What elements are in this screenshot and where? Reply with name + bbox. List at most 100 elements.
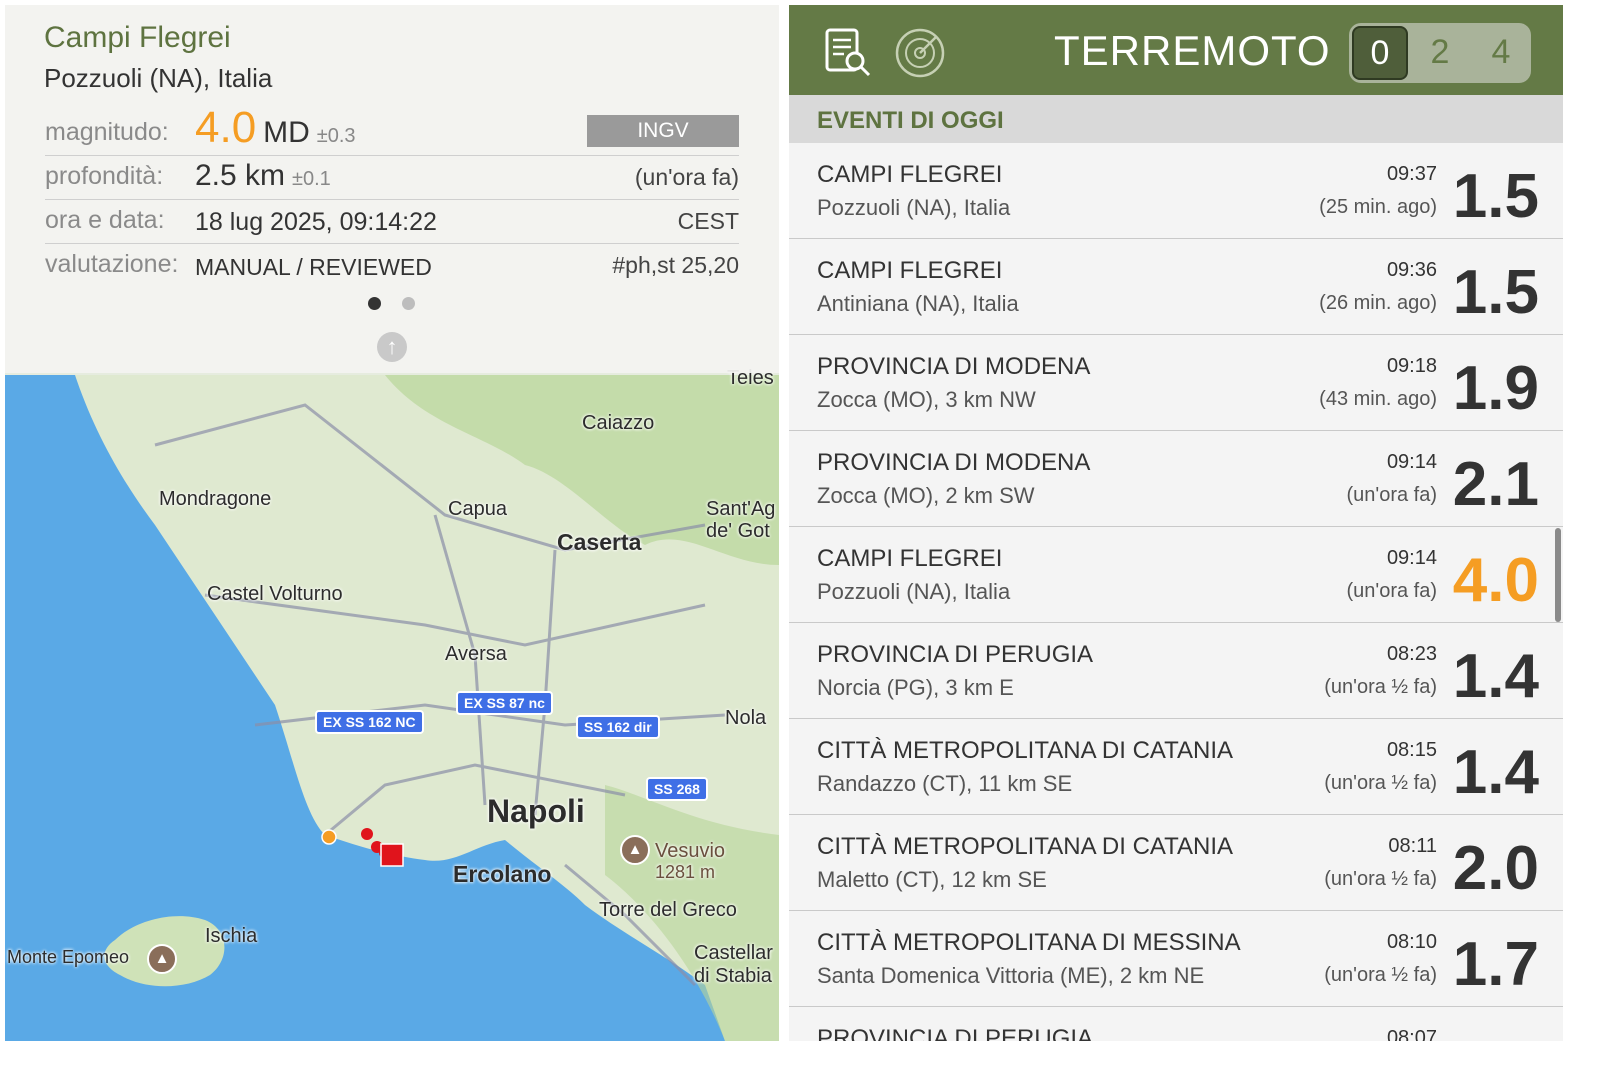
mountain-poi-icon[interactable]: ▲	[620, 835, 650, 865]
event-row[interactable]: PROVINCIA DI MODENA Zocca (MO), 3 km NW …	[789, 335, 1563, 431]
event-time: 09:18	[1386, 355, 1437, 377]
event-place: Pozzuoli (NA), Italia	[817, 195, 1011, 220]
datetime-row: ora e data: 18 lug 2025, 09:14:22 CEST	[45, 199, 739, 244]
map-label-vesuvio-height: 1281 m	[655, 862, 716, 882]
event-row[interactable]: CITTÀ METROPOLITANA DI CATANIA Randazzo …	[789, 719, 1563, 815]
event-row[interactable]: CITTÀ METROPOLITANA DI MESSINA Santa Dom…	[789, 911, 1563, 1007]
map-label-ercolano: Ercolano	[453, 861, 552, 887]
event-place: Pozzuoli (NA), Italia	[817, 579, 1011, 604]
event-row[interactable]: CAMPI FLEGREI Antiniana (NA), Italia 09:…	[789, 239, 1563, 335]
map-label-mondragone: Mondragone	[159, 488, 272, 510]
evaluation-label: valutazione:	[45, 250, 179, 278]
datetime-value: 18 lug 2025, 09:14:22	[195, 208, 437, 236]
mountain-poi-icon[interactable]: ▲	[147, 944, 177, 974]
event-time: 09:36	[1386, 259, 1437, 281]
magnitude-error: ±0.3	[316, 125, 356, 147]
event-region: CAMPI FLEGREI	[817, 257, 1003, 284]
event-row[interactable]: CITTÀ METROPOLITANA DI CATANIA Maletto (…	[789, 815, 1563, 911]
road-shield-ss268: SS 268	[646, 777, 708, 801]
collapse-arrow-icon[interactable]: ↑	[377, 332, 407, 362]
event-ago: (26 min. ago)	[1319, 292, 1437, 314]
page-indicator-dot[interactable]	[402, 297, 415, 310]
map-label-capua: Capua	[448, 498, 507, 520]
event-magnitude: 2.0	[1452, 834, 1539, 903]
evaluation-stations: #ph,st 25,20	[612, 252, 739, 278]
event-ago: (un'ora ½ fa)	[1324, 676, 1437, 698]
event-row-selected[interactable]: CAMPI FLEGREI Pozzuoli (NA), Italia 09:1…	[789, 527, 1563, 623]
map-label-ischia: Ischia	[205, 925, 258, 947]
road-shield-ex-ss162nc: EX SS 162 NC	[315, 710, 424, 734]
event-ago: (un'ora ½ fa)	[1324, 868, 1437, 890]
event-magnitude: 2.1	[1452, 450, 1539, 519]
event-title: Campi Flegrei	[44, 21, 231, 54]
event-time: 09:14	[1386, 451, 1437, 473]
event-detail-panel: Teles Caiazzo Mondragone Capua Sant'Ag d…	[5, 5, 779, 1041]
map-label-monte-epomeo: Monte Epomeo	[7, 947, 130, 967]
event-time: 08:23	[1386, 643, 1437, 665]
event-region: CAMPI FLEGREI	[817, 545, 1003, 572]
event-time: 08:10	[1386, 931, 1437, 953]
map-label-caiazzo: Caiazzo	[582, 412, 655, 434]
event-region: CITTÀ METROPOLITANA DI CATANIA	[817, 833, 1234, 860]
event-place: Zocca (MO), 3 km NW	[817, 387, 1036, 412]
evaluation-row: valutazione: MANUAL / REVIEWED #ph,st 25…	[45, 243, 739, 287]
evaluation-value: MANUAL / REVIEWED	[195, 254, 432, 280]
event-magnitude: 4.0	[1452, 546, 1539, 615]
event-ago: (un'ora fa)	[1346, 484, 1437, 506]
event-magnitude: 1.5	[1452, 162, 1539, 231]
event-ago: (un'ora fa)	[1346, 580, 1437, 602]
event-magnitude: 1.9	[1452, 354, 1539, 423]
map-label-di-stabia: di Stabia	[694, 965, 772, 987]
event-row[interactable]: PROVINCIA DI PERUGIA Norcia (PG), 3 km E…	[789, 623, 1563, 719]
map-label-napoli: Napoli	[487, 793, 585, 829]
event-magnitude: 1.5	[1452, 258, 1539, 327]
road-shield-ss162dir: SS 162 dir	[576, 715, 660, 739]
event-time: 08:11	[1388, 835, 1437, 857]
depth-label: profondità:	[45, 162, 164, 190]
event-region: PROVINCIA DI MODENA	[817, 449, 1091, 476]
epicenter-orange-dot	[321, 829, 337, 845]
datetime-label: ora e data:	[45, 206, 165, 234]
event-time: 09:14	[1386, 547, 1437, 569]
map-label-santag: Sant'Ag	[706, 498, 776, 520]
event-place: Santa Domenica Vittoria (ME), 2 km NE	[817, 963, 1205, 988]
map-label-castellammare: Castellar	[694, 942, 773, 964]
event-ago: (un'ora ½ fa)	[1324, 964, 1437, 986]
event-row[interactable]: CAMPI FLEGREI Pozzuoli (NA), Italia 09:3…	[789, 143, 1563, 239]
page-indicator-dot-active[interactable]	[368, 297, 381, 310]
event-region: CITTÀ METROPOLITANA DI CATANIA	[817, 737, 1234, 764]
map-label-caserta: Caserta	[557, 529, 642, 555]
map-label-nola: Nola	[725, 707, 767, 729]
magnitude-row: magnitudo: 4.0 MD ±0.3 INGV	[45, 103, 739, 156]
event-region: PROVINCIA DI PERUGIA	[817, 1025, 1094, 1041]
road-shield-ex-ss87nc: EX SS 87 nc	[456, 691, 553, 715]
map-label-aversa: Aversa	[445, 643, 507, 665]
event-ago: (43 min. ago)	[1319, 388, 1437, 410]
event-row-partial[interactable]: PROVINCIA DI PERUGIA 08:07	[789, 1007, 1563, 1041]
search-document-icon[interactable]	[824, 27, 872, 77]
segment-2[interactable]: 2	[1414, 27, 1466, 77]
event-region: CAMPI FLEGREI	[817, 161, 1003, 188]
magnitude-value-group: 4.0 MD ±0.3	[195, 103, 356, 153]
event-magnitude: 1.4	[1452, 738, 1539, 807]
segment-4[interactable]: 4	[1475, 27, 1527, 77]
magnitude-value: 4.0	[195, 103, 257, 152]
app-header: TERREMOTO 0 2 4	[789, 5, 1563, 95]
section-title: EVENTI DI OGGI	[817, 107, 1004, 134]
scrollbar[interactable]	[1555, 528, 1561, 622]
epicenter-square	[380, 843, 404, 867]
map-label-degot: de' Got	[706, 520, 770, 542]
section-header: EVENTI DI OGGI	[789, 95, 1563, 143]
event-region: PROVINCIA DI PERUGIA	[817, 641, 1094, 668]
source-badge[interactable]: INGV	[587, 115, 739, 147]
event-list-panel: TERREMOTO 0 2 4 EVENTI DI OGGI CAMPI FLE…	[789, 5, 1563, 1041]
map-label-vesuvio: Vesuvio	[655, 840, 726, 862]
segment-0[interactable]: 0	[1352, 26, 1408, 80]
event-ago: (25 min. ago)	[1319, 196, 1437, 218]
map-label-torre-del-greco: Torre del Greco	[599, 899, 737, 921]
event-row[interactable]: PROVINCIA DI MODENA Zocca (MO), 2 km SW …	[789, 431, 1563, 527]
depth-value: 2.5 km	[195, 159, 286, 192]
radar-icon[interactable]	[894, 27, 946, 79]
event-time: 08:07	[1386, 1027, 1437, 1041]
depth-row: profondità: 2.5 km ±0.1 (un'ora fa)	[45, 155, 739, 200]
